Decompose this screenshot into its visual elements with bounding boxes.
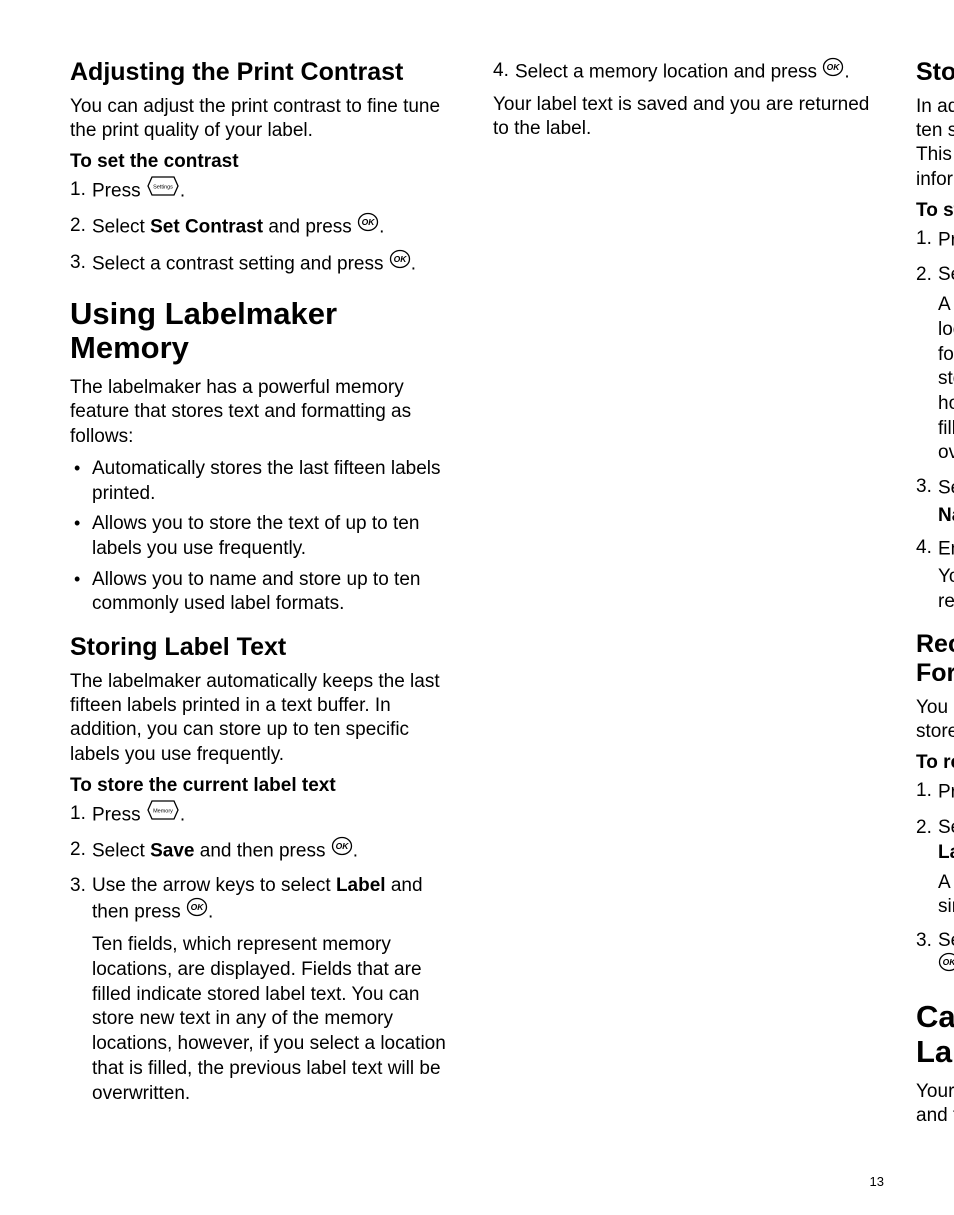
subhead-recall: To recall labels or formats xyxy=(916,752,954,774)
svg-text:Memory: Memory xyxy=(153,809,173,815)
step-note: A list of memory locations is displayed … xyxy=(938,871,954,920)
heading-recalling: Recalling Stored Labels and Formats xyxy=(916,630,954,688)
memory-button-icon: Memory xyxy=(146,799,180,828)
subhead-store-label: To store the current label text xyxy=(70,775,461,797)
ok-button-icon: OK xyxy=(822,56,844,85)
bullet: Automatically stores the last fifteen la… xyxy=(70,457,461,506)
heading-storing-formats: Storing Formats xyxy=(916,58,954,87)
svg-text:Settings: Settings xyxy=(153,185,173,191)
ok-button-icon: OK xyxy=(357,211,379,240)
step: Select a contrast setting and press OK. xyxy=(70,250,461,279)
ok-button-icon: OK xyxy=(389,248,411,277)
step: Press Memory. xyxy=(916,226,954,255)
heading-storing-label-text: Storing Label Text xyxy=(70,633,461,662)
bullet: Allows you to store the text of up to te… xyxy=(70,512,461,561)
svg-text:OK: OK xyxy=(393,254,407,264)
step-note: A list of ten fields, which represent me… xyxy=(938,293,954,466)
svg-text:OK: OK xyxy=(943,957,954,967)
svg-text:OK: OK xyxy=(335,841,349,851)
page-number: 13 xyxy=(870,1174,884,1189)
step: Select Save and then Format. A list of t… xyxy=(916,262,954,466)
step-note: Ten fields, which represent memory locat… xyxy=(92,933,461,1106)
svg-text:OK: OK xyxy=(362,217,376,227)
bullet: Allows you to name and store up to ten c… xyxy=(70,568,461,617)
paragraph: The labelmaker automatically keeps the l… xyxy=(70,670,461,767)
step: Select a field and press OK. The word Na… xyxy=(916,474,954,528)
subhead-store-format: To store the current format xyxy=(916,200,954,222)
step: Enter a name for the format and press OK… xyxy=(916,535,954,614)
subhead-set-contrast: To set the contrast xyxy=(70,151,461,173)
step: Select a label or format to recall and p… xyxy=(916,928,954,982)
step: Select Save and then press OK. xyxy=(70,837,461,866)
paragraph: In addition to label text, you can store… xyxy=(916,95,954,192)
paragraph: You can easily recall labels and formats… xyxy=(916,696,954,745)
step: Press Settings. xyxy=(70,177,461,206)
step: Press Memory. xyxy=(70,801,461,830)
heading-using-memory: Using Labelmaker Memory xyxy=(70,297,461,366)
paragraph: You can adjust the print contrast to fin… xyxy=(70,95,461,144)
step: Select Set Contrast and press OK. xyxy=(70,213,461,242)
step: Use the arrow keys to select Label and t… xyxy=(70,873,461,1106)
ok-button-icon: OK xyxy=(186,896,208,925)
ok-button-icon: OK xyxy=(938,951,954,980)
svg-text:OK: OK xyxy=(827,62,841,72)
step: Press Memory. xyxy=(916,778,954,807)
settings-button-icon: Settings xyxy=(146,175,180,204)
step: Select Recall and then Label, Format, or… xyxy=(916,815,954,921)
heading-caring: Caring for Your Labelmaker xyxy=(916,1000,954,1069)
document-page: Adjusting the Print Contrast You can adj… xyxy=(0,0,954,1215)
paragraph: Your label text is saved and you are ret… xyxy=(493,93,884,142)
svg-text:OK: OK xyxy=(191,902,205,912)
ok-button-icon: OK xyxy=(331,835,353,864)
paragraph: The labelmaker has a powerful memory fea… xyxy=(70,376,461,449)
step: Select a memory location and press OK. xyxy=(493,58,884,87)
heading-adjust-contrast: Adjusting the Print Contrast xyxy=(70,58,461,87)
